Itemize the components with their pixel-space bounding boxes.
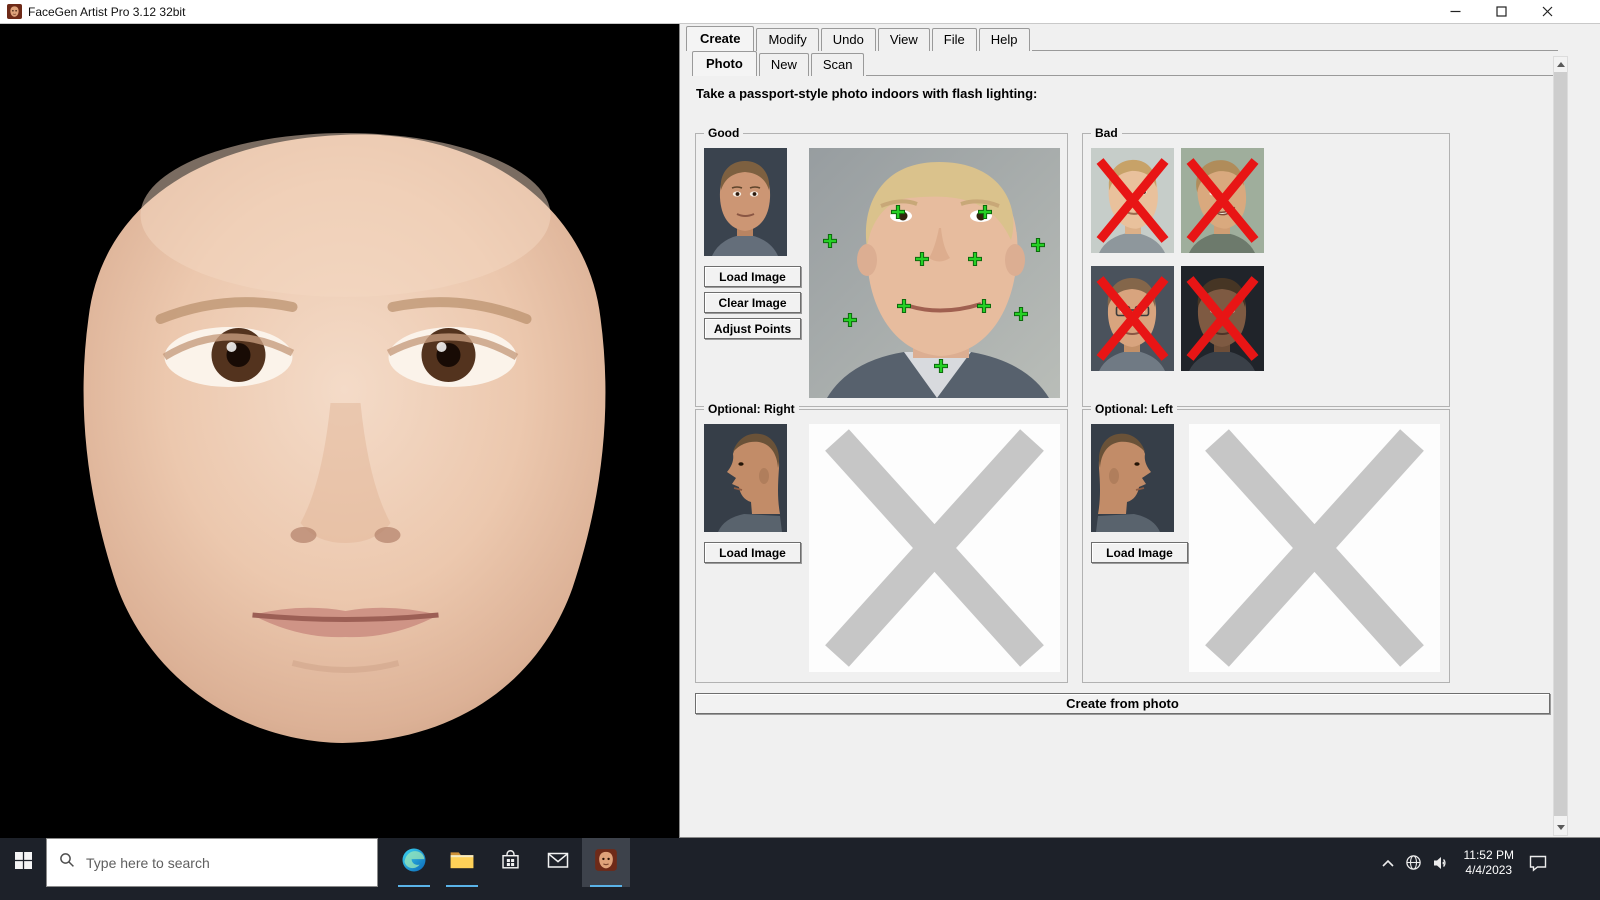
taskbar-file-explorer-button[interactable] bbox=[438, 838, 486, 887]
tab-undo[interactable]: Undo bbox=[820, 28, 876, 51]
left-load-image-button[interactable]: Load Image bbox=[1091, 542, 1188, 563]
store-icon bbox=[499, 849, 522, 877]
left-photo-placeholder bbox=[1189, 424, 1440, 672]
clock-date: 4/4/2023 bbox=[1465, 862, 1513, 877]
tab-new[interactable]: New bbox=[758, 53, 809, 76]
maximize-icon bbox=[1495, 6, 1507, 17]
instruction-text: Take a passport-style photo indoors with… bbox=[696, 86, 1038, 101]
scrollbar-up-icon bbox=[1556, 62, 1565, 67]
titlebar: FaceGen Artist Pro 3.12 32bit bbox=[0, 0, 1600, 24]
taskbar-facegen-button[interactable] bbox=[582, 838, 630, 887]
optional-left-group: Optional: Left Load Image bbox=[1082, 402, 1450, 683]
bad-example-thumbnail-1 bbox=[1091, 148, 1174, 253]
close-button[interactable] bbox=[1524, 0, 1570, 23]
scrollbar-down-icon bbox=[1556, 825, 1565, 830]
start-button[interactable] bbox=[0, 838, 46, 887]
taskbar-clock[interactable]: 11:52 PM 4/4/2023 bbox=[1460, 848, 1518, 878]
generated-face-render bbox=[83, 133, 606, 744]
system-tray: 11:52 PM 4/4/2023 bbox=[1381, 838, 1548, 887]
photo-tab-bar-divider bbox=[866, 75, 1558, 76]
tab-file[interactable]: File bbox=[931, 28, 977, 51]
taskbar-search[interactable] bbox=[46, 838, 378, 887]
tab-modify[interactable]: Modify bbox=[756, 28, 819, 51]
window-title: FaceGen Artist Pro 3.12 32bit bbox=[28, 4, 186, 19]
scrollbar-thumb[interactable] bbox=[1554, 72, 1567, 816]
optional-right-group-title: Optional: Right bbox=[704, 402, 799, 416]
menu-tab-bar: Create Modify Undo View File Help bbox=[686, 26, 1558, 51]
placeholder-x-icon bbox=[809, 424, 1060, 672]
tab-view[interactable]: View bbox=[877, 28, 930, 51]
taskbar-store-button[interactable] bbox=[486, 838, 534, 887]
windows-logo-icon bbox=[14, 851, 32, 874]
tab-create[interactable]: Create bbox=[686, 26, 755, 51]
right-photo-placeholder bbox=[809, 424, 1060, 672]
tab-scan[interactable]: Scan bbox=[810, 53, 865, 76]
optional-left-group-title: Optional: Left bbox=[1091, 402, 1177, 416]
good-adjust-points-button[interactable]: Adjust Points bbox=[704, 318, 801, 339]
network-globe-icon[interactable] bbox=[1405, 854, 1422, 871]
search-icon bbox=[59, 852, 75, 873]
loaded-photo-with-points[interactable] bbox=[809, 148, 1060, 398]
action-center-icon[interactable] bbox=[1528, 854, 1548, 872]
panel-scrollbar[interactable] bbox=[1553, 56, 1568, 836]
facegen-app-icon bbox=[7, 4, 22, 19]
create-panel: Create Modify Undo View File Help Photo … bbox=[679, 23, 1600, 838]
create-from-photo-button[interactable]: Create from photo bbox=[695, 693, 1550, 714]
volume-icon[interactable] bbox=[1432, 855, 1450, 871]
screen: FaceGen Artist Pro 3.12 32bit Create Mod… bbox=[0, 0, 1600, 900]
edge-icon bbox=[401, 847, 427, 878]
good-group-title: Good bbox=[704, 126, 744, 140]
scrollbar-up-button[interactable] bbox=[1554, 57, 1567, 72]
taskbar-mail-button[interactable] bbox=[534, 838, 582, 887]
file-explorer-icon bbox=[449, 847, 475, 878]
mail-icon bbox=[546, 848, 570, 877]
taskbar: 11:52 PM 4/4/2023 bbox=[0, 838, 1600, 900]
good-load-image-button[interactable]: Load Image bbox=[704, 266, 801, 287]
good-clear-image-button[interactable]: Clear Image bbox=[704, 292, 801, 313]
left-profile-example-thumbnail bbox=[1091, 424, 1174, 532]
maximize-button[interactable] bbox=[1478, 0, 1524, 23]
search-input[interactable] bbox=[84, 853, 358, 872]
scrollbar-down-button[interactable] bbox=[1554, 820, 1567, 835]
photo-tab-bar: Photo New Scan bbox=[692, 51, 1558, 76]
bad-example-thumbnail-2 bbox=[1181, 148, 1264, 253]
bad-group: Bad bbox=[1082, 126, 1450, 407]
tab-photo[interactable]: Photo bbox=[692, 51, 757, 76]
facegen-taskbar-icon bbox=[593, 847, 619, 878]
optional-right-group: Optional: Right Load Image bbox=[695, 402, 1068, 683]
minimize-button[interactable] bbox=[1432, 0, 1478, 23]
right-load-image-button[interactable]: Load Image bbox=[704, 542, 801, 563]
tray-chevron-icon[interactable] bbox=[1381, 858, 1395, 868]
placeholder-x-icon bbox=[1189, 424, 1440, 672]
close-icon bbox=[1542, 6, 1553, 17]
bad-example-thumbnail-4 bbox=[1181, 266, 1264, 371]
clock-time: 11:52 PM bbox=[1463, 847, 1514, 862]
tab-help[interactable]: Help bbox=[978, 28, 1030, 51]
taskbar-edge-button[interactable] bbox=[390, 838, 438, 887]
model-viewport[interactable] bbox=[0, 23, 679, 838]
minimize-icon bbox=[1450, 6, 1461, 17]
good-example-thumbnail bbox=[704, 148, 787, 256]
right-profile-example-thumbnail bbox=[704, 424, 787, 532]
bad-example-thumbnail-3 bbox=[1091, 266, 1174, 371]
bad-group-title: Bad bbox=[1091, 126, 1122, 140]
window-controls bbox=[1432, 0, 1570, 23]
good-group: Good Load Image Clear Image Adjust Point… bbox=[695, 126, 1068, 407]
